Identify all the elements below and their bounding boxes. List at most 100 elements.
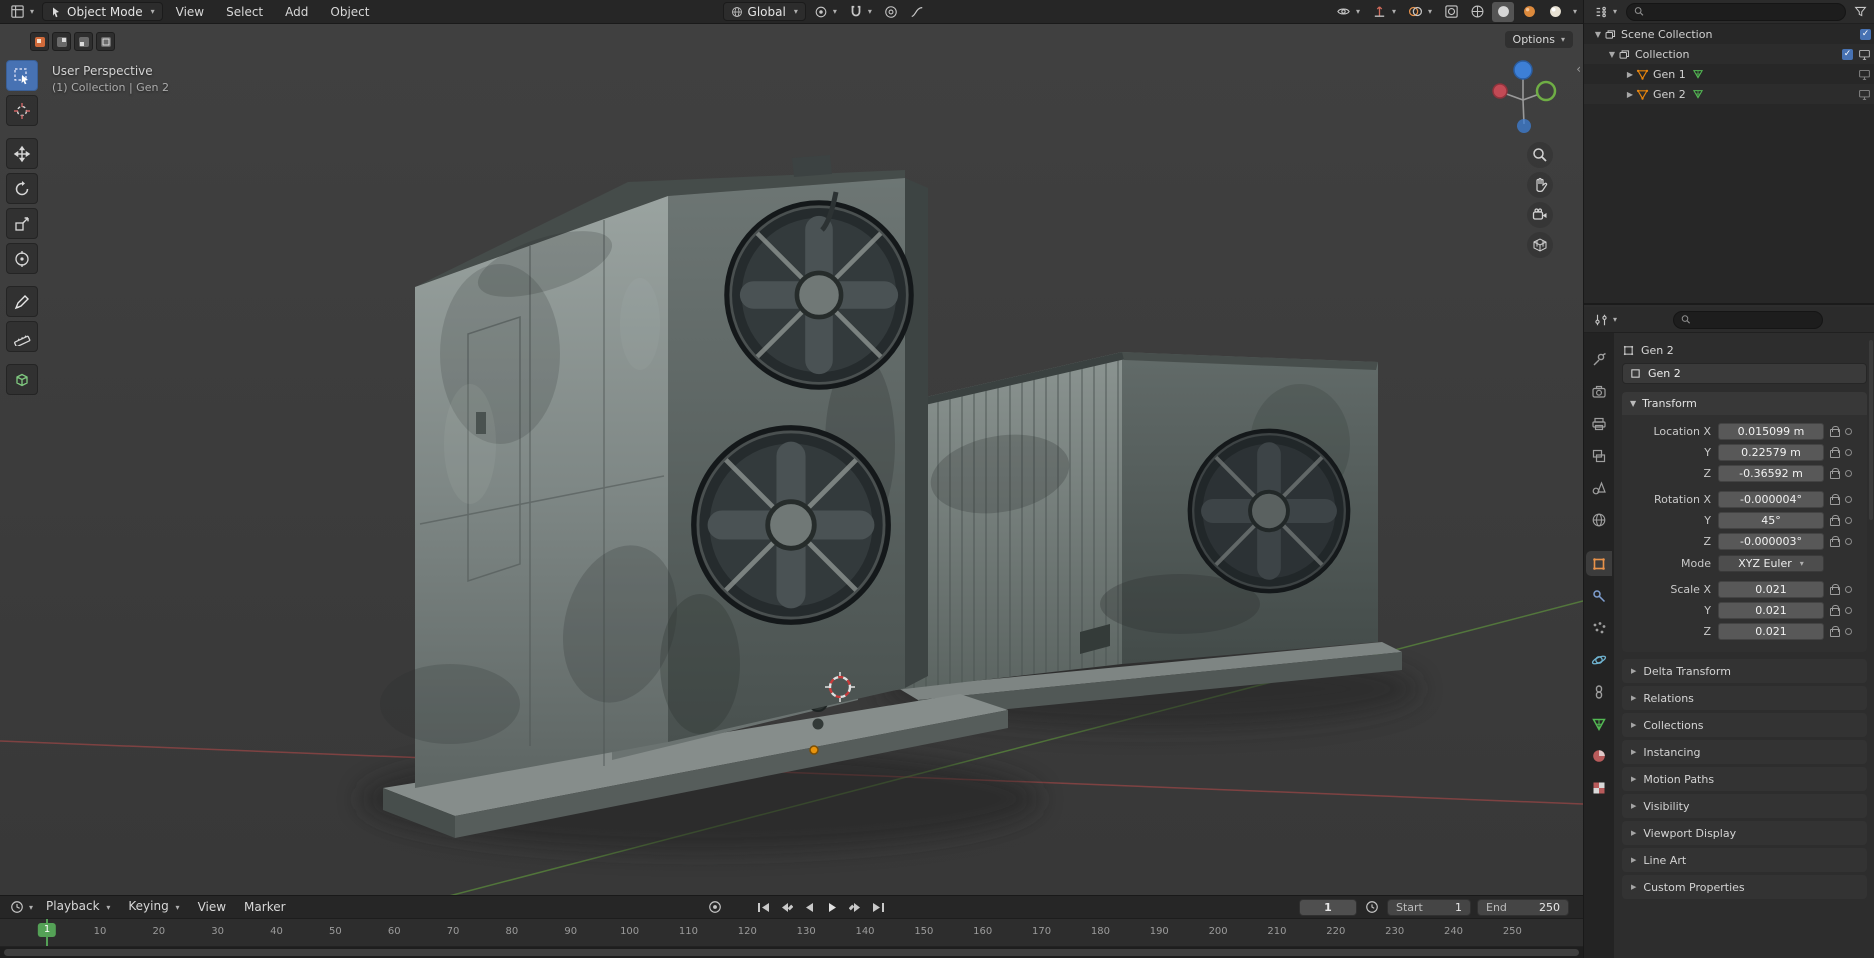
object-name-field[interactable]: Gen 2 bbox=[1622, 363, 1867, 384]
end-frame-field[interactable]: End 250 bbox=[1477, 898, 1569, 916]
xray-toggle-button[interactable] bbox=[1440, 2, 1462, 22]
play-reverse-button[interactable] bbox=[798, 897, 820, 917]
section-header-visibility[interactable]: ▶ Visibility bbox=[1622, 794, 1867, 818]
tab-physics[interactable] bbox=[1586, 647, 1612, 672]
animate-decorator-icon[interactable] bbox=[1845, 586, 1852, 593]
animate-decorator-icon[interactable] bbox=[1845, 607, 1852, 614]
tab-scene[interactable] bbox=[1586, 475, 1612, 500]
rotation-mode-dropdown[interactable]: XYZ Euler ▾ bbox=[1718, 555, 1824, 572]
value-field[interactable]: 0.021 bbox=[1718, 623, 1824, 640]
shading-wireframe-button[interactable] bbox=[1466, 2, 1488, 22]
transform-panel-header[interactable]: ▼ Transform bbox=[1622, 392, 1867, 415]
outliner-search-input[interactable] bbox=[1648, 5, 1838, 18]
start-frame-field[interactable]: Start 1 bbox=[1387, 898, 1471, 916]
outliner-filter-button[interactable] bbox=[1851, 2, 1869, 22]
animate-decorator-icon[interactable] bbox=[1845, 628, 1852, 635]
tool-cursor[interactable] bbox=[6, 95, 38, 126]
value-field[interactable]: 45° bbox=[1718, 512, 1824, 529]
disclosure-triangle-icon[interactable]: ▶ bbox=[1624, 90, 1636, 99]
cooling-unit-right[interactable] bbox=[878, 344, 1402, 718]
timeline-scrollbar[interactable] bbox=[0, 947, 1583, 958]
monitor-icon[interactable] bbox=[1858, 68, 1871, 81]
toggle-perspective-button[interactable] bbox=[1527, 232, 1553, 258]
menu-playback[interactable]: Playback ▾ bbox=[37, 894, 119, 920]
proportional-falloff-button[interactable] bbox=[906, 3, 928, 21]
lock-icon[interactable] bbox=[1829, 425, 1840, 438]
tool-scale[interactable] bbox=[6, 208, 38, 239]
disclosure-triangle-icon[interactable]: ▶ bbox=[1624, 70, 1636, 79]
value-field[interactable]: -0.000004° bbox=[1718, 491, 1824, 508]
animate-decorator-icon[interactable] bbox=[1845, 517, 1852, 524]
menu-keying[interactable]: Keying ▾ bbox=[119, 894, 188, 920]
lock-icon[interactable] bbox=[1829, 514, 1840, 527]
section-header-motion-paths[interactable]: ▶ Motion Paths bbox=[1622, 767, 1867, 791]
value-field[interactable]: 0.22579 m bbox=[1718, 444, 1824, 461]
tab-render[interactable] bbox=[1586, 379, 1612, 404]
lock-icon[interactable] bbox=[1829, 493, 1840, 506]
viewport-quick-toggle-2[interactable] bbox=[52, 32, 71, 51]
section-header-delta-transform[interactable]: ▶ Delta Transform bbox=[1622, 659, 1867, 683]
value-field[interactable]: -0.000003° bbox=[1718, 533, 1824, 550]
lock-icon[interactable] bbox=[1829, 446, 1840, 459]
shading-material-button[interactable] bbox=[1518, 2, 1540, 22]
breadcrumb-object-name[interactable]: Gen 2 bbox=[1641, 344, 1674, 357]
play-button[interactable] bbox=[821, 897, 843, 917]
lock-icon[interactable] bbox=[1829, 467, 1840, 480]
pivot-point-button[interactable]: ▾ bbox=[810, 3, 841, 21]
outliner-row-gen1[interactable]: ▶ Gen 1 bbox=[1584, 64, 1874, 84]
camera-view-button[interactable] bbox=[1527, 202, 1553, 228]
tool-move[interactable] bbox=[6, 138, 38, 169]
animate-decorator-icon[interactable] bbox=[1845, 449, 1852, 456]
lock-icon[interactable] bbox=[1829, 625, 1840, 638]
outliner-row-scene-collection[interactable]: ▼ Scene Collection ✓ bbox=[1584, 24, 1874, 44]
lock-icon[interactable] bbox=[1829, 583, 1840, 596]
snap-magnet-button[interactable]: ▾ bbox=[845, 3, 876, 21]
tool-rotate[interactable] bbox=[6, 173, 38, 204]
animate-decorator-icon[interactable] bbox=[1845, 538, 1852, 545]
properties-search-input[interactable] bbox=[1694, 313, 1815, 326]
tab-constraints[interactable] bbox=[1586, 679, 1612, 704]
jump-to-start-button[interactable] bbox=[752, 897, 774, 917]
properties-editor-type-button[interactable]: ▾ bbox=[1590, 311, 1621, 329]
monitor-icon[interactable] bbox=[1858, 48, 1871, 61]
section-header-viewport-display[interactable]: ▶ Viewport Display bbox=[1622, 821, 1867, 845]
zoom-button[interactable] bbox=[1527, 142, 1553, 168]
properties-search[interactable] bbox=[1673, 310, 1823, 329]
checkbox-icon[interactable]: ✓ bbox=[1860, 28, 1871, 40]
jump-to-end-button[interactable] bbox=[867, 897, 889, 917]
section-header-instancing[interactable]: ▶ Instancing bbox=[1622, 740, 1867, 764]
overlays-dropdown[interactable]: ▾ bbox=[1404, 2, 1436, 21]
monitor-icon[interactable] bbox=[1858, 88, 1871, 101]
tool-annotate[interactable] bbox=[6, 286, 38, 317]
timeline-editor-type-button[interactable]: ▾ bbox=[6, 898, 37, 916]
menu-marker[interactable]: Marker bbox=[235, 895, 294, 919]
shading-solid-button[interactable] bbox=[1492, 1, 1514, 22]
animate-decorator-icon[interactable] bbox=[1845, 428, 1852, 435]
animate-decorator-icon[interactable] bbox=[1845, 496, 1852, 503]
menu-select[interactable]: Select bbox=[217, 0, 272, 24]
timeline-scrollbar-thumb[interactable] bbox=[4, 949, 1579, 956]
tab-world[interactable] bbox=[1586, 507, 1612, 532]
timeline-ruler[interactable]: 1 10 20 30 40 50 60 70 80 90 100 110 120 130 140 150 16… bbox=[0, 919, 1583, 947]
tab-object-data[interactable] bbox=[1586, 711, 1612, 736]
outliner-row-gen2[interactable]: ▶ Gen 2 bbox=[1584, 84, 1874, 104]
outliner-row-collection[interactable]: ▼ Collection ✓ bbox=[1584, 44, 1874, 64]
lock-icon[interactable] bbox=[1829, 604, 1840, 617]
editor-type-button[interactable]: ▾ bbox=[6, 2, 38, 21]
navigation-gizmo[interactable] bbox=[1487, 58, 1559, 138]
mode-dropdown[interactable]: Object Mode ▾ bbox=[42, 2, 163, 21]
tab-modifiers[interactable] bbox=[1586, 583, 1612, 608]
use-preview-range-toggle[interactable] bbox=[1361, 897, 1383, 917]
tab-view-layer[interactable] bbox=[1586, 443, 1612, 468]
options-dropdown[interactable]: Options ▾ bbox=[1504, 31, 1573, 48]
previous-keyframe-button[interactable] bbox=[775, 897, 797, 917]
outliner-search[interactable] bbox=[1626, 2, 1846, 21]
tool-select-box[interactable] bbox=[6, 60, 38, 91]
lock-icon[interactable] bbox=[1829, 535, 1840, 548]
gizmos-dropdown[interactable]: ▾ bbox=[1368, 2, 1400, 21]
tool-add-cube[interactable] bbox=[6, 364, 38, 395]
menu-tl-view[interactable]: View bbox=[189, 895, 235, 919]
tab-texture[interactable] bbox=[1586, 775, 1612, 800]
section-header-line-art[interactable]: ▶ Line Art bbox=[1622, 848, 1867, 872]
3d-viewport[interactable]: User Perspective (1) Collection | Gen 2 … bbox=[0, 24, 1583, 895]
